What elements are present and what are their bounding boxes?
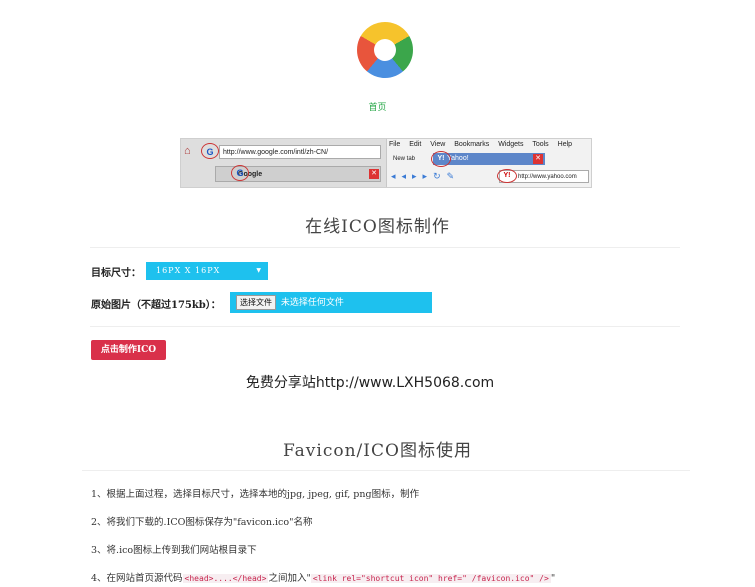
usage-step-1: 1、根据上面过程，选择目标尺寸，选择本地的jpg, jpeg, gif, png… (91, 489, 420, 500)
google-favicon-icon: G (201, 143, 219, 159)
choose-file-button[interactable]: 选择文件 (236, 295, 276, 310)
divider (82, 470, 690, 471)
image-label: 原始图片（不超过175kb）： (91, 300, 221, 311)
home-icon: ⌂ (184, 145, 191, 157)
divider (90, 247, 680, 248)
close-icon: ✕ (533, 154, 543, 164)
usage-step-4: 4、在网站首页源代码 <head>....</head> 之间加入" <link re… (91, 570, 555, 584)
file-input[interactable]: 选择文件 未选择任何文件 (230, 292, 432, 313)
site-logo[interactable] (357, 22, 413, 78)
browser-illustration-1: ⌂ G http://www.google.com/intl/zh-CN/ Go… (181, 139, 387, 187)
no-file-text: 未选择任何文件 (280, 298, 344, 308)
browser2-menu: File Edit View Bookmarks Widgets Tools H… (389, 141, 579, 148)
menu-item: View (430, 141, 446, 148)
menu-item: Bookmarks (454, 141, 490, 148)
chevron-down-icon: ▼ (256, 267, 262, 274)
usage-step-4-mid: 之间加入" (268, 573, 311, 584)
browser-favicon-illustration: ⌂ G http://www.google.com/intl/zh-CN/ Go… (180, 138, 592, 188)
link-code: <link rel="shortcut icon" href=" /favico… (310, 574, 551, 583)
usage-step-2: 2、将我们下载的.ICO图标保存为"favicon.ico"名称 (91, 517, 313, 528)
close-icon: ✕ (369, 169, 379, 179)
menu-item: File (389, 141, 401, 148)
home-link[interactable]: 首页 (0, 100, 755, 113)
browser2-nav-icons: ◂◂▸▸↻✎ (391, 171, 461, 181)
usage-step-3: 3、将.ico图标上传到我们网站根目录下 (91, 545, 257, 556)
size-select[interactable]: 16PX X 16PX ▼ (146, 262, 268, 280)
make-ico-button[interactable]: 点击制作ICO (91, 340, 166, 360)
browser2-new-tab: New tab (393, 156, 416, 162)
menu-item: Help (557, 141, 573, 148)
usage-title: Favicon/ICO图标使用 (283, 441, 472, 461)
divider (90, 326, 680, 327)
google-tab-favicon-icon: G (231, 165, 249, 181)
browser1-address-bar: http://www.google.com/intl/zh-CN/ (219, 145, 381, 159)
head-code: <head>....</head> (182, 574, 269, 583)
menu-item: Tools (532, 141, 549, 148)
yahoo-tab-favicon-icon: Y! (431, 151, 451, 167)
tool-title: 在线ICO图标制作 (305, 217, 450, 237)
yahoo-favicon-icon: Y! (497, 169, 517, 183)
usage-step-4-prefix: 4、在网站首页源代码 (91, 573, 183, 584)
menu-item: Widgets (498, 141, 524, 148)
menu-item: Edit (409, 141, 422, 148)
browser-illustration-2: File Edit View Bookmarks Widgets Tools H… (387, 139, 591, 187)
size-select-value: 16PX X 16PX (156, 266, 221, 275)
size-label: 目标尺寸： (91, 268, 141, 279)
usage-step-4-suffix: " (550, 573, 556, 584)
watermark-text: 免费分享站http://www.LXH5068.com (245, 375, 495, 391)
